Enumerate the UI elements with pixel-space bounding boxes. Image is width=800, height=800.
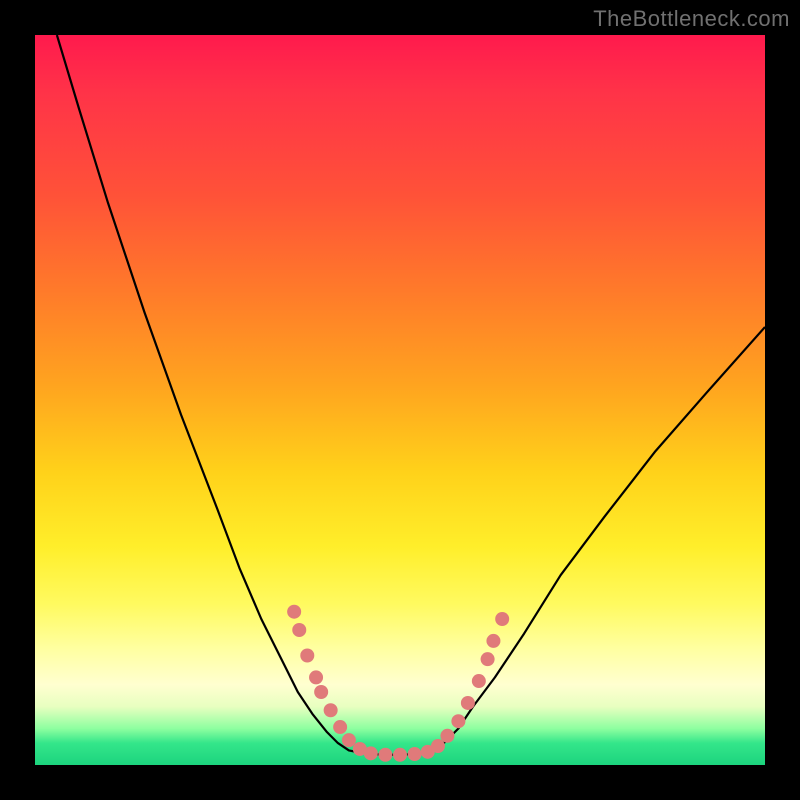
data-marker xyxy=(324,703,338,717)
data-marker xyxy=(314,685,328,699)
chart-frame: TheBottleneck.com xyxy=(0,0,800,800)
data-marker xyxy=(300,649,314,663)
data-marker xyxy=(287,605,301,619)
data-marker xyxy=(393,748,407,762)
data-marker xyxy=(495,612,509,626)
data-marker xyxy=(309,670,323,684)
data-marker xyxy=(481,652,495,666)
data-markers xyxy=(287,605,509,762)
data-marker xyxy=(333,720,347,734)
data-marker xyxy=(461,696,475,710)
chart-svg xyxy=(35,35,765,765)
data-marker xyxy=(364,746,378,760)
data-marker xyxy=(472,674,486,688)
data-marker xyxy=(486,634,500,648)
data-marker xyxy=(451,714,465,728)
data-marker xyxy=(440,729,454,743)
plot-area xyxy=(35,35,765,765)
data-marker xyxy=(342,733,356,747)
data-marker xyxy=(292,623,306,637)
data-marker xyxy=(431,739,445,753)
data-marker xyxy=(378,748,392,762)
bottleneck-curve xyxy=(57,35,765,755)
data-marker xyxy=(408,747,422,761)
watermark-text: TheBottleneck.com xyxy=(593,6,790,32)
curve-lines xyxy=(57,35,765,755)
